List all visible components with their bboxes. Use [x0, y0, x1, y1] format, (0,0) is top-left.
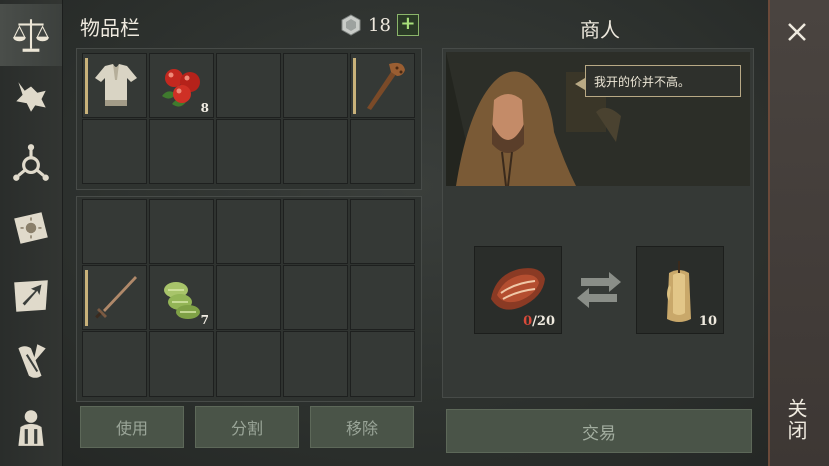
currency-display: 18 +	[340, 14, 419, 36]
quality-bar	[85, 270, 88, 326]
trade-receive-slot[interactable]: 10	[636, 246, 724, 334]
inventory-slot-empty[interactable]	[216, 265, 281, 330]
merchant-speech-bubble: 我开的价并不高。	[585, 65, 741, 97]
close-label[interactable]: 关闭	[784, 398, 811, 442]
inventory-slot-empty[interactable]	[350, 119, 415, 184]
speech-bubble-tail	[575, 78, 585, 90]
sidebar-skills[interactable]	[0, 132, 62, 194]
sword-icon	[95, 276, 137, 319]
add-currency-button[interactable]: +	[396, 14, 419, 36]
inventory-slot-empty[interactable]	[149, 119, 214, 184]
inventory-slot-berries[interactable]: 8	[149, 53, 214, 118]
wooden-club-icon	[367, 62, 405, 110]
inventory-slot-empty[interactable]	[82, 119, 147, 184]
inventory-slot-empty[interactable]	[216, 119, 281, 184]
inventory-slot-empty[interactable]	[350, 265, 415, 330]
remove-button[interactable]: 移除	[310, 406, 414, 448]
trade-give-count: 0/20	[523, 314, 555, 329]
close-strip[interactable]	[768, 0, 829, 466]
currency-amount: 18	[368, 14, 391, 36]
swap-arrows-icon	[577, 272, 621, 308]
sun-book-icon	[14, 212, 48, 244]
inventory-slot-empty[interactable]	[216, 331, 281, 397]
inventory-slot-empty[interactable]	[283, 199, 348, 264]
inventory-slot-empty[interactable]	[283, 331, 348, 397]
close-icon[interactable]	[781, 16, 813, 48]
sidebar-wolf[interactable]	[0, 66, 62, 128]
use-button[interactable]: 使用	[80, 406, 184, 448]
sidebar-character[interactable]	[0, 396, 62, 458]
trade-screen: 物品栏 18 + 8 7 使用 分割 移除 商人 我开的价并不高。 0/20 1…	[0, 0, 829, 466]
trade-give-slot[interactable]: 0/20	[474, 246, 562, 334]
inventory-slot-empty[interactable]	[149, 331, 214, 397]
sidebar-trade-scales[interactable]	[0, 4, 62, 66]
inventory-slot-empty[interactable]	[82, 199, 147, 264]
sidebar	[0, 0, 63, 466]
skill-tree-icon	[13, 144, 49, 181]
split-button[interactable]: 分割	[195, 406, 299, 448]
need-count: /20	[532, 314, 555, 329]
inventory-slot-empty[interactable]	[149, 199, 214, 264]
inventory-slot-empty[interactable]	[283, 119, 348, 184]
inventory-slot-empty[interactable]	[216, 199, 281, 264]
item-count: 8	[200, 101, 209, 115]
sidebar-recipes[interactable]	[0, 330, 62, 392]
have-count: 0	[523, 314, 533, 329]
inventory-slot-empty[interactable]	[350, 331, 415, 397]
inventory-slot-club[interactable]	[350, 53, 415, 118]
character-icon	[18, 410, 44, 446]
map-arrow-icon	[14, 280, 48, 312]
merchant-title: 商人	[580, 18, 620, 42]
inventory-slot-empty[interactable]	[82, 331, 147, 397]
trade-receive-count: 10	[698, 314, 717, 329]
scroll-feather-icon	[18, 344, 46, 378]
linen-shirt-icon	[95, 64, 137, 106]
inventory-slot-empty[interactable]	[283, 53, 348, 118]
inventory-slot-shirt[interactable]	[82, 53, 147, 118]
inventory-slot-empty[interactable]	[350, 199, 415, 264]
wolf-icon	[16, 82, 46, 112]
scales-icon	[13, 19, 49, 52]
trade-button[interactable]: 交易	[446, 409, 752, 453]
inventory-title: 物品栏	[80, 16, 140, 40]
quality-bar	[353, 58, 356, 114]
stone-coin-icon	[341, 14, 361, 36]
inventory-slot-herbs[interactable]: 7	[149, 265, 214, 330]
sidebar-map[interactable]	[0, 264, 62, 326]
inventory-slot-empty[interactable]	[216, 53, 281, 118]
inventory-slot-empty[interactable]	[283, 265, 348, 330]
quality-bar	[85, 58, 88, 114]
sidebar-journal[interactable]	[0, 198, 62, 260]
item-count: 7	[200, 313, 209, 327]
inventory-slot-sword[interactable]	[82, 265, 147, 330]
